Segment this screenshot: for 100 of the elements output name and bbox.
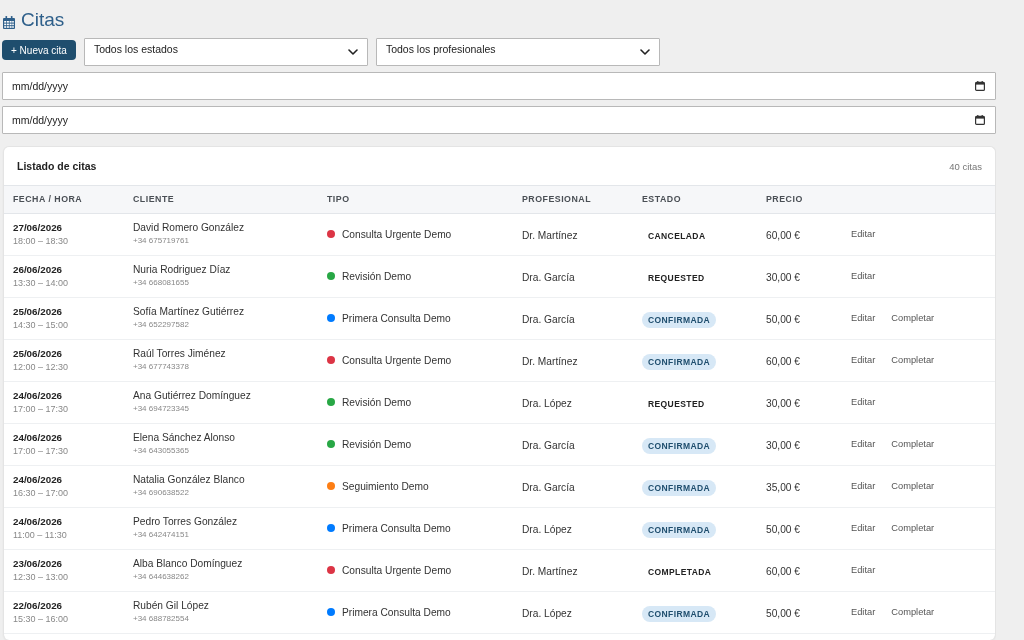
action-link[interactable]: Completar	[891, 607, 935, 617]
professional-name: Dr. Martínez	[522, 356, 578, 367]
professional-name: Dra. García	[522, 440, 575, 451]
action-link[interactable]: Completar	[891, 481, 935, 491]
price-text: 30,00 €	[766, 398, 800, 409]
type-label: Consulta Urgente Demo	[342, 354, 452, 366]
client-name: Sofía Martínez Gutiérrez	[133, 305, 244, 318]
professional-name: Dr. Martínez	[522, 566, 578, 577]
professional-name: Dr. Martínez	[522, 230, 578, 241]
client-name: Rubén Gil López	[133, 599, 209, 612]
status-badge: CONFIRMADA	[642, 521, 717, 538]
column-header: CLIENTE	[133, 194, 175, 205]
chevron-down-icon	[347, 49, 358, 55]
status-filter-select[interactable]: Todos los estados	[83, 38, 368, 66]
type-label: Primera Consulta Demo	[342, 312, 451, 324]
price-text: 60,00 €	[766, 566, 800, 577]
date-text: 24/06/2026	[13, 514, 63, 528]
type-label: Primera Consulta Demo	[342, 522, 451, 534]
date-text: 25/06/2026	[13, 346, 63, 360]
type-label: Revisión Demo	[342, 270, 412, 282]
time-text: 12:30 – 13:00	[13, 570, 69, 584]
client-name: Pedro Torres González	[133, 515, 237, 528]
action-link[interactable]: Editar	[851, 355, 876, 365]
client-name: Alba Blanco Domínguez	[133, 557, 243, 570]
status-badge: CONFIRMADA	[642, 605, 717, 622]
column-header: PRECIO	[766, 194, 803, 205]
type-label: Primera Consulta Demo	[342, 606, 451, 618]
date-text: 22/06/2026	[13, 598, 63, 612]
status-label: COMPLETADA	[647, 565, 713, 579]
chevron-down-icon	[639, 49, 650, 55]
time-text: 12:00 – 12:30	[13, 360, 69, 374]
client-name: Raúl Torres Jiménez	[133, 347, 226, 360]
action-link[interactable]: Editar	[851, 565, 876, 575]
time-text: 11:00 – 11:30	[13, 528, 67, 542]
action-link[interactable]: Completar	[891, 439, 935, 449]
price-text: 35,00 €	[766, 482, 800, 493]
time-text: 17:00 – 17:30	[13, 402, 69, 416]
action-link[interactable]: Completar	[891, 355, 935, 365]
action-link[interactable]: Editar	[851, 439, 876, 449]
client-phone: +34 644638262	[133, 571, 189, 583]
time-text: 18:00 – 18:30	[13, 234, 69, 248]
calendar-icon[interactable]	[975, 81, 985, 91]
price-text: 60,00 €	[766, 356, 800, 367]
professional-name: Dra. López	[522, 608, 572, 619]
action-link[interactable]: Editar	[851, 229, 876, 239]
date-text: 26/06/2026	[13, 262, 63, 276]
action-link[interactable]: Completar	[891, 523, 935, 533]
client-phone: +34 642474151	[133, 529, 189, 541]
price-text: 30,00 €	[766, 272, 800, 283]
status-badge: CONFIRMADA	[642, 479, 717, 496]
client-phone: +34 643055365	[133, 445, 189, 457]
client-name: Nuria Rodriguez Díaz	[133, 263, 231, 276]
type-label: Consulta Urgente Demo	[342, 228, 452, 240]
action-link[interactable]: Editar	[851, 523, 876, 533]
price-text: 50,00 €	[766, 314, 800, 325]
date-text: 24/06/2026	[13, 388, 63, 402]
type-label: Revisión Demo	[342, 438, 412, 450]
client-name: Elena Sánchez Alonso	[133, 431, 235, 444]
card-title: Listado de citas	[17, 160, 97, 172]
calendar-icon	[3, 16, 15, 29]
client-name: Ana Gutiérrez Domínguez	[133, 389, 251, 402]
action-link[interactable]: Completar	[891, 313, 935, 323]
action-link[interactable]: Editar	[851, 313, 876, 323]
action-link[interactable]: Editar	[851, 607, 876, 617]
action-link[interactable]: Editar	[851, 397, 876, 407]
column-header: ESTADO	[642, 194, 681, 205]
calendar-icon[interactable]	[975, 115, 985, 125]
type-label: Consulta Urgente Demo	[342, 564, 452, 576]
action-link[interactable]: Editar	[851, 271, 876, 281]
professional-name: Dra. García	[522, 272, 575, 283]
type-label: Revisión Demo	[342, 396, 412, 408]
client-name: David Romero González	[133, 221, 244, 234]
column-header: PROFESIONAL	[522, 194, 592, 205]
professional-filter-select[interactable]: Todos los profesionales	[375, 38, 660, 66]
status-badge: CONFIRMADA	[642, 353, 717, 370]
status-badge: CONFIRMADA	[642, 311, 717, 328]
action-link[interactable]: Editar	[851, 481, 876, 491]
date-field[interactable]: mm/dd/yyyy	[2, 106, 996, 134]
new-appointment-button[interactable]: + Nueva cita	[2, 40, 76, 60]
status-label: CANCELADA	[647, 229, 707, 243]
date-text: 25/06/2026	[13, 304, 63, 318]
date-text: 24/06/2026	[13, 472, 63, 486]
date-field[interactable]: mm/dd/yyyy	[2, 72, 996, 100]
client-phone: +34 690638522	[133, 487, 189, 499]
status-label: REQUESTED	[647, 397, 706, 411]
price-text: 50,00 €	[766, 608, 800, 619]
appointment-count: 40 citas	[949, 160, 982, 172]
client-phone: +34 694723345	[133, 403, 189, 415]
price-text: 30,00 €	[766, 440, 800, 451]
price-text: 60,00 €	[766, 230, 800, 241]
time-text: 17:00 – 17:30	[13, 444, 69, 458]
professional-name: Dra. López	[522, 524, 572, 535]
date-text: 24/06/2026	[13, 430, 63, 444]
client-phone: +34 677743378	[133, 361, 189, 373]
time-text: 13:30 – 14:00	[13, 276, 69, 290]
client-name: Natalia González Blanco	[133, 473, 245, 486]
date-text: 23/06/2026	[13, 556, 63, 570]
professional-name: Dra. López	[522, 398, 572, 409]
status-label: REQUESTED	[647, 271, 706, 285]
time-text: 15:30 – 16:00	[13, 612, 69, 626]
